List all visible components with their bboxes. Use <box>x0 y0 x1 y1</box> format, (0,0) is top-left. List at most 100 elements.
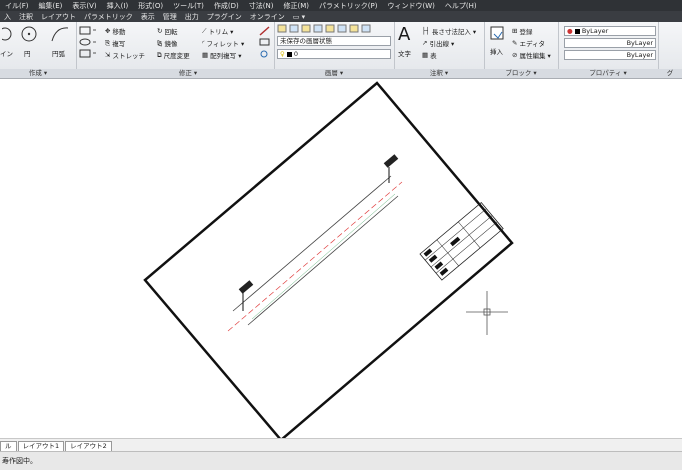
circle-button[interactable]: 円 <box>24 48 31 58</box>
properties-panel: ● ByLayer ByLayer ByLayer プロパティ ▾ <box>558 22 659 78</box>
tab-parametric[interactable]: パラメトリック <box>80 12 137 22</box>
tab-model[interactable]: ル <box>0 441 17 451</box>
tab-online[interactable]: オンライン <box>246 12 289 22</box>
command-line-text: 寿作図中。 <box>2 457 37 465</box>
text-button[interactable]: 文字 <box>398 48 411 58</box>
parallel-line-lower <box>247 195 399 326</box>
table-icon: ▦ <box>422 51 429 59</box>
line-button[interactable]: イン <box>0 48 13 58</box>
annotation-panel-title[interactable]: 注釈 ▾ <box>394 69 484 78</box>
tab-output[interactable]: 出力 <box>181 12 203 22</box>
mirror-button[interactable]: ⧎ 鏡像 <box>157 38 177 48</box>
layer-color-swatch <box>286 51 292 57</box>
edit-attributes-button[interactable]: ⊘ 属性編集 ▾ <box>512 50 551 60</box>
menu-insert[interactable]: 挿入(I) <box>102 1 134 11</box>
array-icon: ▦ <box>202 51 209 59</box>
mirror-icon: ⧎ <box>157 39 163 47</box>
menu-help[interactable]: ヘルプ(H) <box>440 1 482 11</box>
create-block-button[interactable]: ⊞ 登録 <box>512 26 532 36</box>
modify-panel: ✥ 移動 ↻ 回転 ⟋ トリム ▾ ⎘ 複写 ⧎ 鏡像 ◜ フィレット ▾ ⇲ ストレッチ ⧉… <box>102 22 275 78</box>
menu-view[interactable]: 表示(V) <box>67 1 101 11</box>
table-button[interactable]: ▦ 表 <box>422 50 437 60</box>
block-panel: 挿入 ⊞ 登録 ✎ エディタ ⊘ 属性編集 ▾ ブロック ▾ <box>484 22 559 78</box>
menu-edit[interactable]: 編集(E) <box>34 1 68 11</box>
tab-layout2[interactable]: レイアウト2 <box>65 441 112 451</box>
tab-insert[interactable]: 入 <box>0 12 15 22</box>
menu-bar: イル(F) 編集(E) 表示(V) 挿入(I) 形式(O) ツール(T) 作成(… <box>0 0 682 11</box>
color-dropdown[interactable]: ● ByLayer <box>564 26 656 36</box>
fillet-button[interactable]: ◜ フィレット ▾ <box>202 38 244 48</box>
ribbon: イン 円 円弧 作成 ▾ ✥ 移動 ↻ 回転 ⟋ トリム ▾ ⎘ 複写 ⧎ 鏡像 ◜ フィレ… <box>0 22 682 79</box>
green-line <box>251 193 396 320</box>
tab-layout1[interactable]: レイアウト1 <box>17 441 65 451</box>
create-block-icon: ⊞ <box>512 27 518 35</box>
menu-draw[interactable]: 作成(D) <box>209 1 244 11</box>
drawing-svg[interactable] <box>0 79 682 438</box>
menu-window[interactable]: ウィンドウ(W) <box>382 1 439 11</box>
tab-view[interactable]: 表示 <box>137 12 159 22</box>
title-block <box>419 202 504 281</box>
arc-button[interactable]: 円弧 <box>52 48 65 58</box>
tab-extra[interactable]: ▭ ▾ <box>289 13 309 21</box>
ribbon-tab-bar: 入 注釈 レイアウト パラメトリック 表示 管理 出力 プラグイン オンライン … <box>0 11 682 22</box>
move-icon: ✥ <box>105 27 111 35</box>
tab-manage[interactable]: 管理 <box>159 12 181 22</box>
menu-dimension[interactable]: 寸法(N) <box>244 1 279 11</box>
move-button[interactable]: ✥ 移動 <box>105 26 125 36</box>
tab-plugins[interactable]: プラグイン <box>203 12 246 22</box>
array-button[interactable]: ▦ 配列複写 ▾ <box>202 50 242 60</box>
layers-panel-title[interactable]: 画層 ▾ <box>274 69 394 78</box>
leader-button[interactable]: ↗ 引出線 ▾ <box>422 38 454 48</box>
marker-bottom-label <box>238 280 254 294</box>
stretch-button[interactable]: ⇲ ストレッチ <box>105 50 145 60</box>
modify-extra-icons[interactable] <box>258 25 272 59</box>
draw-panel: イン 円 円弧 作成 ▾ <box>0 22 77 78</box>
crosshair-cursor <box>466 291 508 335</box>
menu-file[interactable]: イル(F) <box>0 1 34 11</box>
copy-icon: ⎘ <box>105 38 111 47</box>
menu-tools[interactable]: ツール(T) <box>168 1 209 11</box>
group-panel: グ <box>658 22 682 78</box>
menu-parametric[interactable]: パラメトリック(P) <box>314 1 382 11</box>
linetype-dropdown[interactable]: ByLayer <box>564 38 656 48</box>
lineweight-dropdown[interactable]: ByLayer <box>564 50 656 60</box>
group-panel-title[interactable]: グ <box>658 69 682 78</box>
parallel-line-upper <box>232 175 392 312</box>
layer-tool-icons[interactable] <box>277 24 393 34</box>
rectangle-hatch-icons[interactable] <box>79 25 99 59</box>
text-icon[interactable]: A <box>398 24 410 45</box>
menu-format[interactable]: 形式(O) <box>133 1 168 11</box>
draw-panel-title[interactable]: 作成 ▾ <box>0 69 76 78</box>
properties-panel-title[interactable]: プロパティ ▾ <box>558 69 658 78</box>
block-editor-icon: ✎ <box>512 39 518 47</box>
tab-annotate[interactable]: 注釈 <box>15 12 37 22</box>
scale-button[interactable]: ⧉ 尺度変更 <box>157 50 190 61</box>
lightbulb-icon: ♀ <box>280 50 285 58</box>
center-line <box>227 181 403 332</box>
layout-tab-bar: ル レイアウト1 レイアウト2 <box>0 438 682 451</box>
color-wheel-icon: ● <box>567 27 573 35</box>
fillet-icon: ◜ <box>202 39 205 47</box>
command-line[interactable]: 寿作図中。 <box>0 451 682 470</box>
menu-modify[interactable]: 修正(M) <box>278 1 314 11</box>
copy-button[interactable]: ⎘ 複写 <box>105 38 125 49</box>
insert-button[interactable]: 挿入 <box>490 46 503 56</box>
current-layer-dropdown[interactable]: ♀ 0 <box>277 49 391 59</box>
scale-icon: ⧉ <box>157 50 162 59</box>
modify-panel-title[interactable]: 修正 ▾ <box>102 69 274 78</box>
linear-dimension-button[interactable]: ├┤ 長さ寸法記入 ▾ <box>422 26 476 36</box>
tab-layout[interactable]: レイアウト <box>37 12 80 22</box>
layer-state-dropdown[interactable]: 未保存の画層状態 <box>277 36 391 46</box>
rotate-button[interactable]: ↻ 回転 <box>157 26 177 36</box>
drawing-canvas[interactable] <box>0 79 682 438</box>
rotate-icon: ↻ <box>157 27 163 35</box>
trim-button[interactable]: ⟋ トリム ▾ <box>202 26 233 37</box>
block-panel-title[interactable]: ブロック ▾ <box>484 69 558 78</box>
insert-block-icon[interactable] <box>489 25 507 43</box>
annotation-panel: A 文字 ├┤ 長さ寸法記入 ▾ ↗ 引出線 ▾ ▦ 表 注釈 ▾ <box>394 22 485 78</box>
color-swatch <box>574 28 580 34</box>
paper-frame <box>143 81 514 438</box>
draw-extra-tools <box>76 22 102 78</box>
block-editor-button[interactable]: ✎ エディタ <box>512 38 545 48</box>
dimension-icon: ├┤ <box>422 27 430 35</box>
